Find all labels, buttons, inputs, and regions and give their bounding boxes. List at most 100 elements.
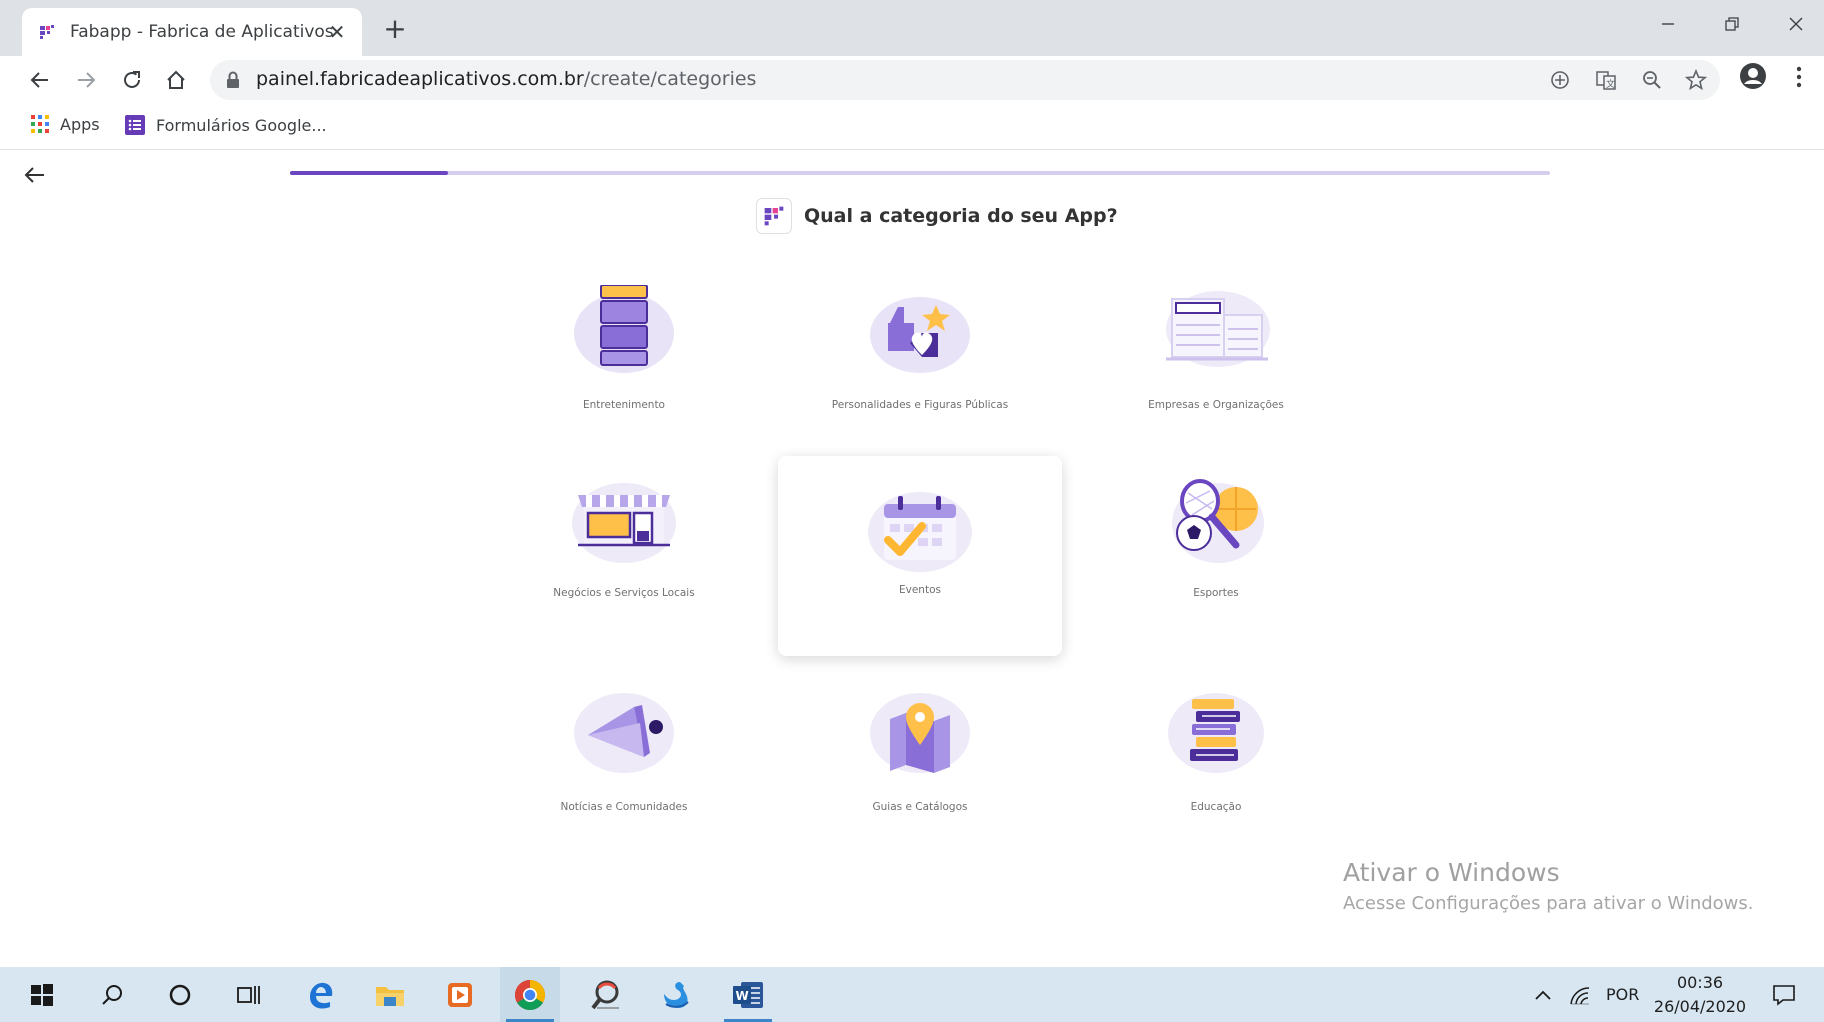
taskbar-app-search[interactable] bbox=[576, 967, 636, 1022]
category-label: Educação bbox=[1190, 801, 1242, 813]
task-view-button[interactable] bbox=[218, 967, 278, 1022]
home-icon bbox=[167, 70, 185, 89]
bookmark-apps[interactable]: Apps bbox=[30, 114, 100, 134]
clock-time: 00:36 bbox=[1676, 973, 1724, 992]
back-button[interactable] bbox=[24, 64, 56, 96]
category-card-educacao[interactable]: Educação bbox=[1074, 663, 1358, 863]
chevron-up-icon[interactable] bbox=[1532, 984, 1554, 1006]
zoom-icon[interactable] bbox=[1640, 68, 1664, 92]
browser-tab-strip: Fabapp - Fabrica de Aplicativos ✕ + bbox=[0, 0, 1824, 56]
action-center-button[interactable] bbox=[1754, 967, 1814, 1022]
film-strip-icon bbox=[574, 285, 674, 373]
category-card-personalidades[interactable]: Personalidades e Figuras Públicas bbox=[778, 279, 1062, 479]
cortana-button[interactable] bbox=[150, 967, 210, 1022]
books-icon bbox=[1168, 693, 1264, 773]
profile-avatar-icon[interactable] bbox=[1739, 62, 1767, 90]
lock-icon bbox=[227, 71, 239, 88]
arrow-right-icon bbox=[78, 72, 96, 88]
tab-close-icon[interactable]: ✕ bbox=[326, 21, 348, 43]
url-host: painel.fabricadeaplicativos.com.br bbox=[256, 68, 584, 90]
page-back-arrow-icon[interactable] bbox=[22, 162, 48, 188]
page-title: Qual a categoria do seu App? bbox=[804, 205, 1118, 227]
restore-button[interactable] bbox=[1710, 12, 1754, 42]
forward-button[interactable] bbox=[70, 64, 102, 96]
category-label: Personalidades e Figuras Públicas bbox=[831, 399, 1009, 411]
bookmark-google-forms-label: Formulários Google... bbox=[156, 115, 327, 135]
category-card-guias[interactable]: Guias e Catálogos bbox=[778, 663, 1062, 863]
input-language[interactable]: POR bbox=[1606, 985, 1639, 1004]
reload-button[interactable] bbox=[116, 64, 148, 96]
edge-browser-icon bbox=[310, 982, 333, 1009]
wifi-icon[interactable] bbox=[1568, 984, 1592, 1006]
bookmarks-bar: Apps Formulários Google... bbox=[0, 104, 1824, 150]
category-card-noticias[interactable]: Notícias e Comunidades bbox=[482, 663, 766, 863]
url-path: /create/categories bbox=[583, 68, 757, 90]
notification-icon bbox=[1773, 984, 1795, 1006]
minimize-button[interactable] bbox=[1646, 12, 1690, 42]
taskbar-file-explorer[interactable] bbox=[360, 967, 420, 1022]
category-card-eventos[interactable]: Eventos bbox=[778, 456, 1062, 656]
search-button[interactable] bbox=[82, 967, 142, 1022]
category-label: Notícias e Comunidades bbox=[560, 801, 688, 813]
category-label: Guias e Catálogos bbox=[872, 801, 968, 813]
wizard-progress-bar bbox=[290, 171, 1550, 175]
browser-tab[interactable]: Fabapp - Fabrica de Aplicativos ✕ bbox=[22, 8, 362, 56]
taskbar-clock[interactable]: 00:36 26/04/2020 bbox=[1640, 971, 1760, 1019]
map-pin-icon bbox=[870, 693, 970, 773]
category-label: Entretenimento bbox=[583, 399, 665, 411]
taskbar-word[interactable]: W bbox=[718, 967, 778, 1022]
google-forms-icon bbox=[125, 115, 145, 135]
task-view-icon bbox=[237, 985, 260, 1004]
megaphone-icon bbox=[574, 693, 674, 773]
magnifier-app-icon bbox=[591, 980, 619, 1009]
tab-title: Fabapp - Fabrica de Aplicativos bbox=[70, 22, 334, 42]
category-label: Empresas e Organizações bbox=[1148, 399, 1284, 411]
url-text: painel.fabricadeaplicativos.com.br/creat… bbox=[256, 68, 756, 90]
apps-grid-icon bbox=[31, 115, 49, 133]
close-window-button[interactable] bbox=[1774, 12, 1818, 42]
translate-icon[interactable]: 文 bbox=[1594, 68, 1618, 92]
address-bar[interactable]: painel.fabricadeaplicativos.com.br/creat… bbox=[210, 60, 1720, 100]
office-building-icon bbox=[1166, 291, 1270, 367]
storefront-icon bbox=[572, 483, 676, 563]
arrow-left-icon bbox=[30, 72, 48, 88]
watermark-title: Ativar o Windows bbox=[1343, 858, 1560, 887]
category-label: Eventos bbox=[899, 584, 941, 596]
taskbar-edge[interactable] bbox=[290, 967, 350, 1022]
taskbar-media-player[interactable] bbox=[430, 967, 490, 1022]
search-icon bbox=[102, 984, 122, 1005]
chrome-menu-icon[interactable] bbox=[1792, 64, 1806, 90]
category-card-negocios[interactable]: Negócios e Serviços Locais bbox=[482, 449, 766, 649]
system-tray: POR bbox=[1532, 967, 1639, 1022]
install-app-icon[interactable] bbox=[1548, 68, 1572, 92]
folder-icon bbox=[376, 986, 404, 1006]
start-button[interactable] bbox=[12, 967, 72, 1022]
page-content: Qual a categoria do seu App? Entretenime… bbox=[0, 151, 1824, 967]
clock-date: 26/04/2020 bbox=[1653, 997, 1747, 1016]
bookmark-google-forms[interactable]: Formulários Google... bbox=[124, 114, 327, 136]
like-star-icon bbox=[870, 297, 970, 373]
category-label: Esportes bbox=[1193, 587, 1239, 599]
page-heading: Qual a categoria do seu App? bbox=[756, 196, 1118, 236]
fabapp-favicon-icon bbox=[40, 25, 54, 39]
wizard-progress-fill bbox=[290, 171, 448, 175]
new-tab-button[interactable]: + bbox=[380, 14, 410, 44]
word-icon: W bbox=[733, 981, 763, 1008]
calendar-check-icon bbox=[868, 492, 972, 572]
taskbar-chrome[interactable] bbox=[500, 967, 560, 1022]
home-button[interactable] bbox=[160, 64, 192, 96]
reload-icon bbox=[124, 71, 140, 88]
bookmark-star-icon[interactable] bbox=[1684, 68, 1708, 92]
bookmark-apps-label: Apps bbox=[60, 114, 100, 134]
category-card-esportes[interactable]: Esportes bbox=[1074, 449, 1358, 649]
fabapp-logo bbox=[756, 198, 792, 234]
browser-toolbar: painel.fabricadeaplicativos.com.br/creat… bbox=[0, 56, 1824, 104]
taskbar-swan-app[interactable] bbox=[646, 967, 706, 1022]
windows-taskbar: W POR 00:36 26/04/2020 bbox=[0, 967, 1824, 1022]
fabapp-logo-icon bbox=[764, 206, 784, 226]
windows-activation-watermark: Ativar o Windows Acesse Configurações pa… bbox=[1343, 858, 1754, 914]
category-label: Negócios e Serviços Locais bbox=[553, 587, 695, 599]
watermark-subtitle: Acesse Configurações para ativar o Windo… bbox=[1343, 893, 1754, 914]
cortana-circle-icon bbox=[169, 984, 191, 1005]
windows-logo-icon bbox=[31, 983, 53, 1006]
